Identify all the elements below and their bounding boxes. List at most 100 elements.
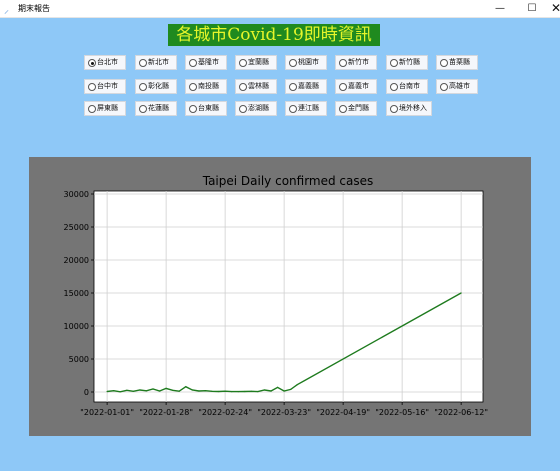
city-label: 花蓮縣 xyxy=(148,104,169,112)
city-label: 嘉義市 xyxy=(348,82,369,90)
city-radio-13[interactable]: 嘉義市 xyxy=(335,79,377,94)
radio-circle-icon xyxy=(239,83,247,91)
chart-title: Taipei Daily confirmed cases xyxy=(202,174,374,188)
data-point xyxy=(119,391,121,393)
line-chart: 0 5000 10000 15000 20000 25000 30000 "2022-01-0… xyxy=(64,174,489,417)
y-tick-label: 10000 xyxy=(64,322,89,331)
data-point xyxy=(224,390,226,392)
city-label: 新竹市 xyxy=(348,58,369,66)
city-label: 南投縣 xyxy=(198,82,219,90)
radio-circle-icon xyxy=(289,59,297,67)
radio-circle-icon xyxy=(239,59,247,67)
y-tick-label: 5000 xyxy=(69,355,89,364)
city-label: 金門縣 xyxy=(348,104,369,112)
city-radio-10[interactable]: 南投縣 xyxy=(185,79,227,94)
city-label: 新北市 xyxy=(148,58,169,66)
data-point xyxy=(244,390,246,393)
close-button[interactable]: ✕ xyxy=(536,0,560,17)
city-radio-9[interactable]: 彰化縣 xyxy=(135,79,177,94)
city-radio-15[interactable]: 高雄市 xyxy=(436,79,478,94)
city-radio-5[interactable]: 新竹市 xyxy=(335,55,377,70)
city-radio-12[interactable]: 嘉義縣 xyxy=(285,79,327,94)
x-tick-label: "2022-01-01" xyxy=(80,408,134,417)
data-point xyxy=(152,388,154,390)
radio-circle-icon xyxy=(189,59,197,67)
city-radio-14[interactable]: 台南市 xyxy=(386,79,428,94)
radio-circle-icon xyxy=(139,59,147,67)
y-tick-label: 20000 xyxy=(64,256,89,265)
data-point xyxy=(211,390,213,392)
data-point xyxy=(250,390,252,392)
data-point xyxy=(257,391,259,393)
city-radio-22[interactable]: 境外移入 xyxy=(386,101,432,116)
radio-circle-icon xyxy=(440,83,448,91)
city-radio-8[interactable]: 台中市 xyxy=(84,79,126,94)
data-point xyxy=(145,390,147,392)
data-point xyxy=(139,389,141,391)
city-label: 高雄市 xyxy=(449,82,470,90)
data-point xyxy=(165,387,167,389)
city-label: 台中市 xyxy=(97,82,118,90)
city-label: 澎湖縣 xyxy=(248,104,269,112)
radio-circle-icon xyxy=(440,59,448,67)
data-point xyxy=(113,390,115,392)
chart-panel: 0 5000 10000 15000 20000 25000 30000 "2022-01-0… xyxy=(29,157,531,436)
data-point xyxy=(218,390,220,393)
radio-circle-icon xyxy=(289,105,297,113)
city-radio-16[interactable]: 屏東縣 xyxy=(84,101,126,116)
radio-circle-icon xyxy=(339,105,347,113)
plot-area xyxy=(93,190,484,403)
radio-circle-icon xyxy=(239,105,247,113)
radio-circle-icon xyxy=(139,83,147,91)
x-tick-label: "2022-05-16" xyxy=(375,408,429,417)
data-point xyxy=(231,391,233,393)
x-tick-label: "2022-02-24" xyxy=(198,408,252,417)
city-radio-17[interactable]: 花蓮縣 xyxy=(135,101,177,116)
city-radio-11[interactable]: 雲林縣 xyxy=(235,79,277,94)
radio-circle-icon xyxy=(390,59,398,67)
city-radio-4[interactable]: 桃園市 xyxy=(285,55,327,70)
y-tick-label: 15000 xyxy=(64,289,89,298)
city-radio-2[interactable]: 基隆市 xyxy=(185,55,227,70)
data-point xyxy=(172,389,174,391)
city-label: 基隆市 xyxy=(198,58,219,66)
city-radio-21[interactable]: 金門縣 xyxy=(335,101,377,116)
radio-circle-icon xyxy=(88,105,96,113)
city-radio-6[interactable]: 新竹縣 xyxy=(386,55,428,70)
city-radio-3[interactable]: 宜蘭縣 xyxy=(235,55,277,70)
city-radio-19[interactable]: 澎湖縣 xyxy=(235,101,277,116)
x-tick-label: "2022-01-28" xyxy=(139,408,193,417)
page-title-banner: 各城市Covid-19即時資訊 xyxy=(168,24,380,46)
city-radio-1[interactable]: 新北市 xyxy=(135,55,177,70)
city-radio-group: 台北市 新北市 基隆市 宜蘭縣 桃園市 新竹市 新竹縣 苗栗縣台中市 彰化縣 南投縣 雲林縣 嘉義縣 嘉… xyxy=(84,55,504,117)
radio-circle-icon xyxy=(189,83,197,91)
radio-circle-icon xyxy=(189,105,197,113)
city-label: 雲林縣 xyxy=(248,82,269,90)
title-bar: ⸝ 期末報告 — ☐ ✕ xyxy=(0,0,560,18)
city-label: 桃園市 xyxy=(298,58,319,66)
x-tick-label: "2022-04-19" xyxy=(316,408,370,417)
city-radio-7[interactable]: 苗栗縣 xyxy=(436,55,478,70)
data-point xyxy=(290,388,292,390)
city-label: 宜蘭縣 xyxy=(248,58,269,66)
data-point xyxy=(126,389,128,391)
data-point xyxy=(106,390,108,393)
window-title: 期末報告 xyxy=(18,4,50,13)
x-tick-label: "2022-06-12" xyxy=(434,408,488,417)
city-radio-0[interactable]: 台北市 xyxy=(84,55,126,70)
data-point xyxy=(191,389,193,391)
data-point xyxy=(185,386,187,388)
city-radio-18[interactable]: 台東縣 xyxy=(185,101,227,116)
data-point xyxy=(132,390,134,392)
city-label: 台北市 xyxy=(97,58,118,66)
data-point xyxy=(198,390,200,392)
city-label: 新竹縣 xyxy=(399,58,420,66)
radio-circle-icon xyxy=(88,83,96,91)
data-point xyxy=(270,390,272,392)
y-tick-label: 30000 xyxy=(64,190,89,199)
data-point xyxy=(237,391,239,393)
city-radio-20[interactable]: 連江縣 xyxy=(285,101,327,116)
data-point xyxy=(277,386,279,388)
radio-circle-icon xyxy=(339,59,347,67)
feather-icon: ⸝ xyxy=(4,5,9,16)
